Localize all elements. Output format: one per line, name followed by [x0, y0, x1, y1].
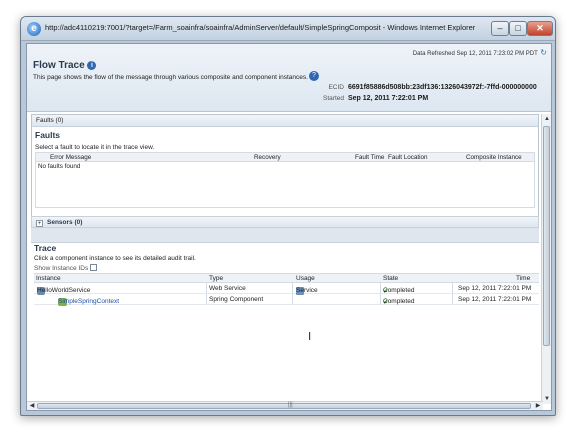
col-usage[interactable]: Usage: [296, 275, 315, 282]
info-icon[interactable]: i: [87, 61, 97, 70]
window-title: http://adc4110219:7001/?target=/Farm_soa…: [45, 23, 476, 32]
page-title-text: Flow Trace: [33, 60, 85, 71]
col-fault-location[interactable]: Fault Location: [388, 154, 428, 161]
title-bar: e http://adc4110219:7001/?target=/Farm_s…: [21, 17, 555, 41]
col-fault-time[interactable]: Fault Time: [355, 154, 384, 161]
minimize-button[interactable]: –: [491, 21, 509, 36]
trace-hint: Click a component instance to see its de…: [34, 255, 196, 262]
main-content: Faults (0) Faults Select a fault to loca…: [31, 114, 539, 402]
show-instance-ids: Show Instance IDs: [34, 264, 98, 272]
column-divider: [206, 294, 207, 304]
panel-splitter[interactable]: [31, 228, 539, 243]
maximize-button[interactable]: □: [509, 21, 527, 36]
usage-text: Service: [296, 287, 318, 294]
col-recovery[interactable]: Recovery: [254, 154, 281, 161]
instance-name: HelloWorldService: [37, 287, 91, 294]
internet-explorer-icon: e: [27, 22, 41, 36]
ecid-label: ECID: [328, 84, 344, 91]
show-instance-ids-checkbox[interactable]: [90, 264, 98, 271]
ecid-value: 6691f85886d508bb:23df136:1326043972f:-7f…: [348, 84, 537, 91]
page-title: Flow Trace i: [33, 60, 97, 71]
column-divider: [380, 283, 381, 293]
col-time[interactable]: Time: [516, 275, 530, 282]
trace-table-header: Instance Type Usage State Time: [34, 273, 539, 283]
started-value: Sep 12, 2011 7:22:01 PM: [348, 95, 429, 102]
type-cell: Spring Component: [209, 296, 264, 303]
time-cell: Sep 12, 2011 7:22:01 PM: [458, 285, 532, 292]
horizontal-scrollbar[interactable]: ◀ ||| ▶: [27, 401, 543, 410]
column-divider: [380, 294, 381, 304]
sensors-section[interactable]: + Sensors (0): [31, 216, 539, 228]
horizontal-scroll-thumb[interactable]: |||: [37, 402, 531, 409]
trace-table: Instance Type Usage State Time −HelloWor…: [34, 273, 539, 306]
column-divider: [292, 283, 293, 293]
scroll-up-icon[interactable]: ▲: [542, 114, 551, 124]
no-faults-message: No faults found: [38, 163, 81, 170]
flow-trace-header: Data Refreshed Sep 12, 2011 7:23:02 PM P…: [27, 44, 551, 112]
close-button[interactable]: ✕: [527, 21, 553, 36]
page-description: This page shows the flow of the message …: [33, 74, 308, 81]
instance-link[interactable]: SimpleSpringContext: [58, 298, 119, 305]
column-divider: [452, 294, 453, 304]
faults-table: Error Message Recovery Fault Time Fault …: [35, 152, 535, 208]
scroll-down-icon[interactable]: ▼: [542, 394, 551, 404]
expand-icon[interactable]: +: [36, 220, 43, 227]
data-refreshed: Data Refreshed Sep 12, 2011 7:23:02 PM P…: [413, 48, 547, 57]
table-row[interactable]: −HelloWorldService Web Service Service ✔…: [34, 283, 539, 295]
time-cell: Sep 12, 2011 7:22:01 PM: [458, 296, 532, 303]
column-divider: [452, 283, 453, 293]
show-instance-ids-label: Show Instance IDs: [34, 265, 89, 272]
table-row[interactable]: SimpleSpringContext Spring Component ✔ Co…: [34, 294, 539, 306]
column-divider: [206, 283, 207, 293]
trace-title: Trace: [34, 243, 57, 253]
scroll-grip-icon: |||: [288, 402, 293, 408]
col-composite-instance[interactable]: Composite Instance: [466, 154, 522, 161]
text-cursor-icon: I: [308, 330, 312, 343]
vertical-scroll-thumb[interactable]: [543, 126, 550, 346]
col-instance[interactable]: Instance: [36, 275, 61, 282]
started-label: Started: [323, 95, 344, 102]
faults-table-header: Error Message Recovery Fault Time Fault …: [36, 153, 534, 162]
scroll-right-icon[interactable]: ▶: [533, 402, 543, 410]
page-content: Data Refreshed Sep 12, 2011 7:23:02 PM P…: [26, 43, 552, 411]
state-text: Completed: [383, 298, 415, 305]
refresh-icon[interactable]: ↻: [540, 48, 547, 57]
faults-hint: Select a fault to locate it in the trace…: [35, 144, 155, 151]
browser-window: e http://adc4110219:7001/?target=/Farm_s…: [20, 16, 556, 416]
faults-tab[interactable]: Faults (0): [32, 115, 538, 127]
state-text: Completed: [383, 287, 415, 294]
type-cell: Web Service: [209, 285, 246, 292]
col-error-message[interactable]: Error Message: [50, 154, 91, 161]
col-state[interactable]: State: [383, 275, 398, 282]
col-type[interactable]: Type: [209, 275, 223, 282]
help-icon[interactable]: ?: [309, 71, 319, 81]
data-refreshed-text: Data Refreshed Sep 12, 2011 7:23:02 PM P…: [412, 51, 538, 57]
faults-panel: Faults (0) Faults Select a fault to loca…: [31, 114, 539, 218]
column-divider: [292, 294, 293, 304]
scroll-left-icon[interactable]: ◀: [27, 402, 37, 410]
faults-title: Faults: [35, 130, 61, 140]
vertical-scrollbar[interactable]: ▲ ▼: [541, 114, 551, 404]
sensors-label: Sensors (0): [47, 219, 83, 226]
